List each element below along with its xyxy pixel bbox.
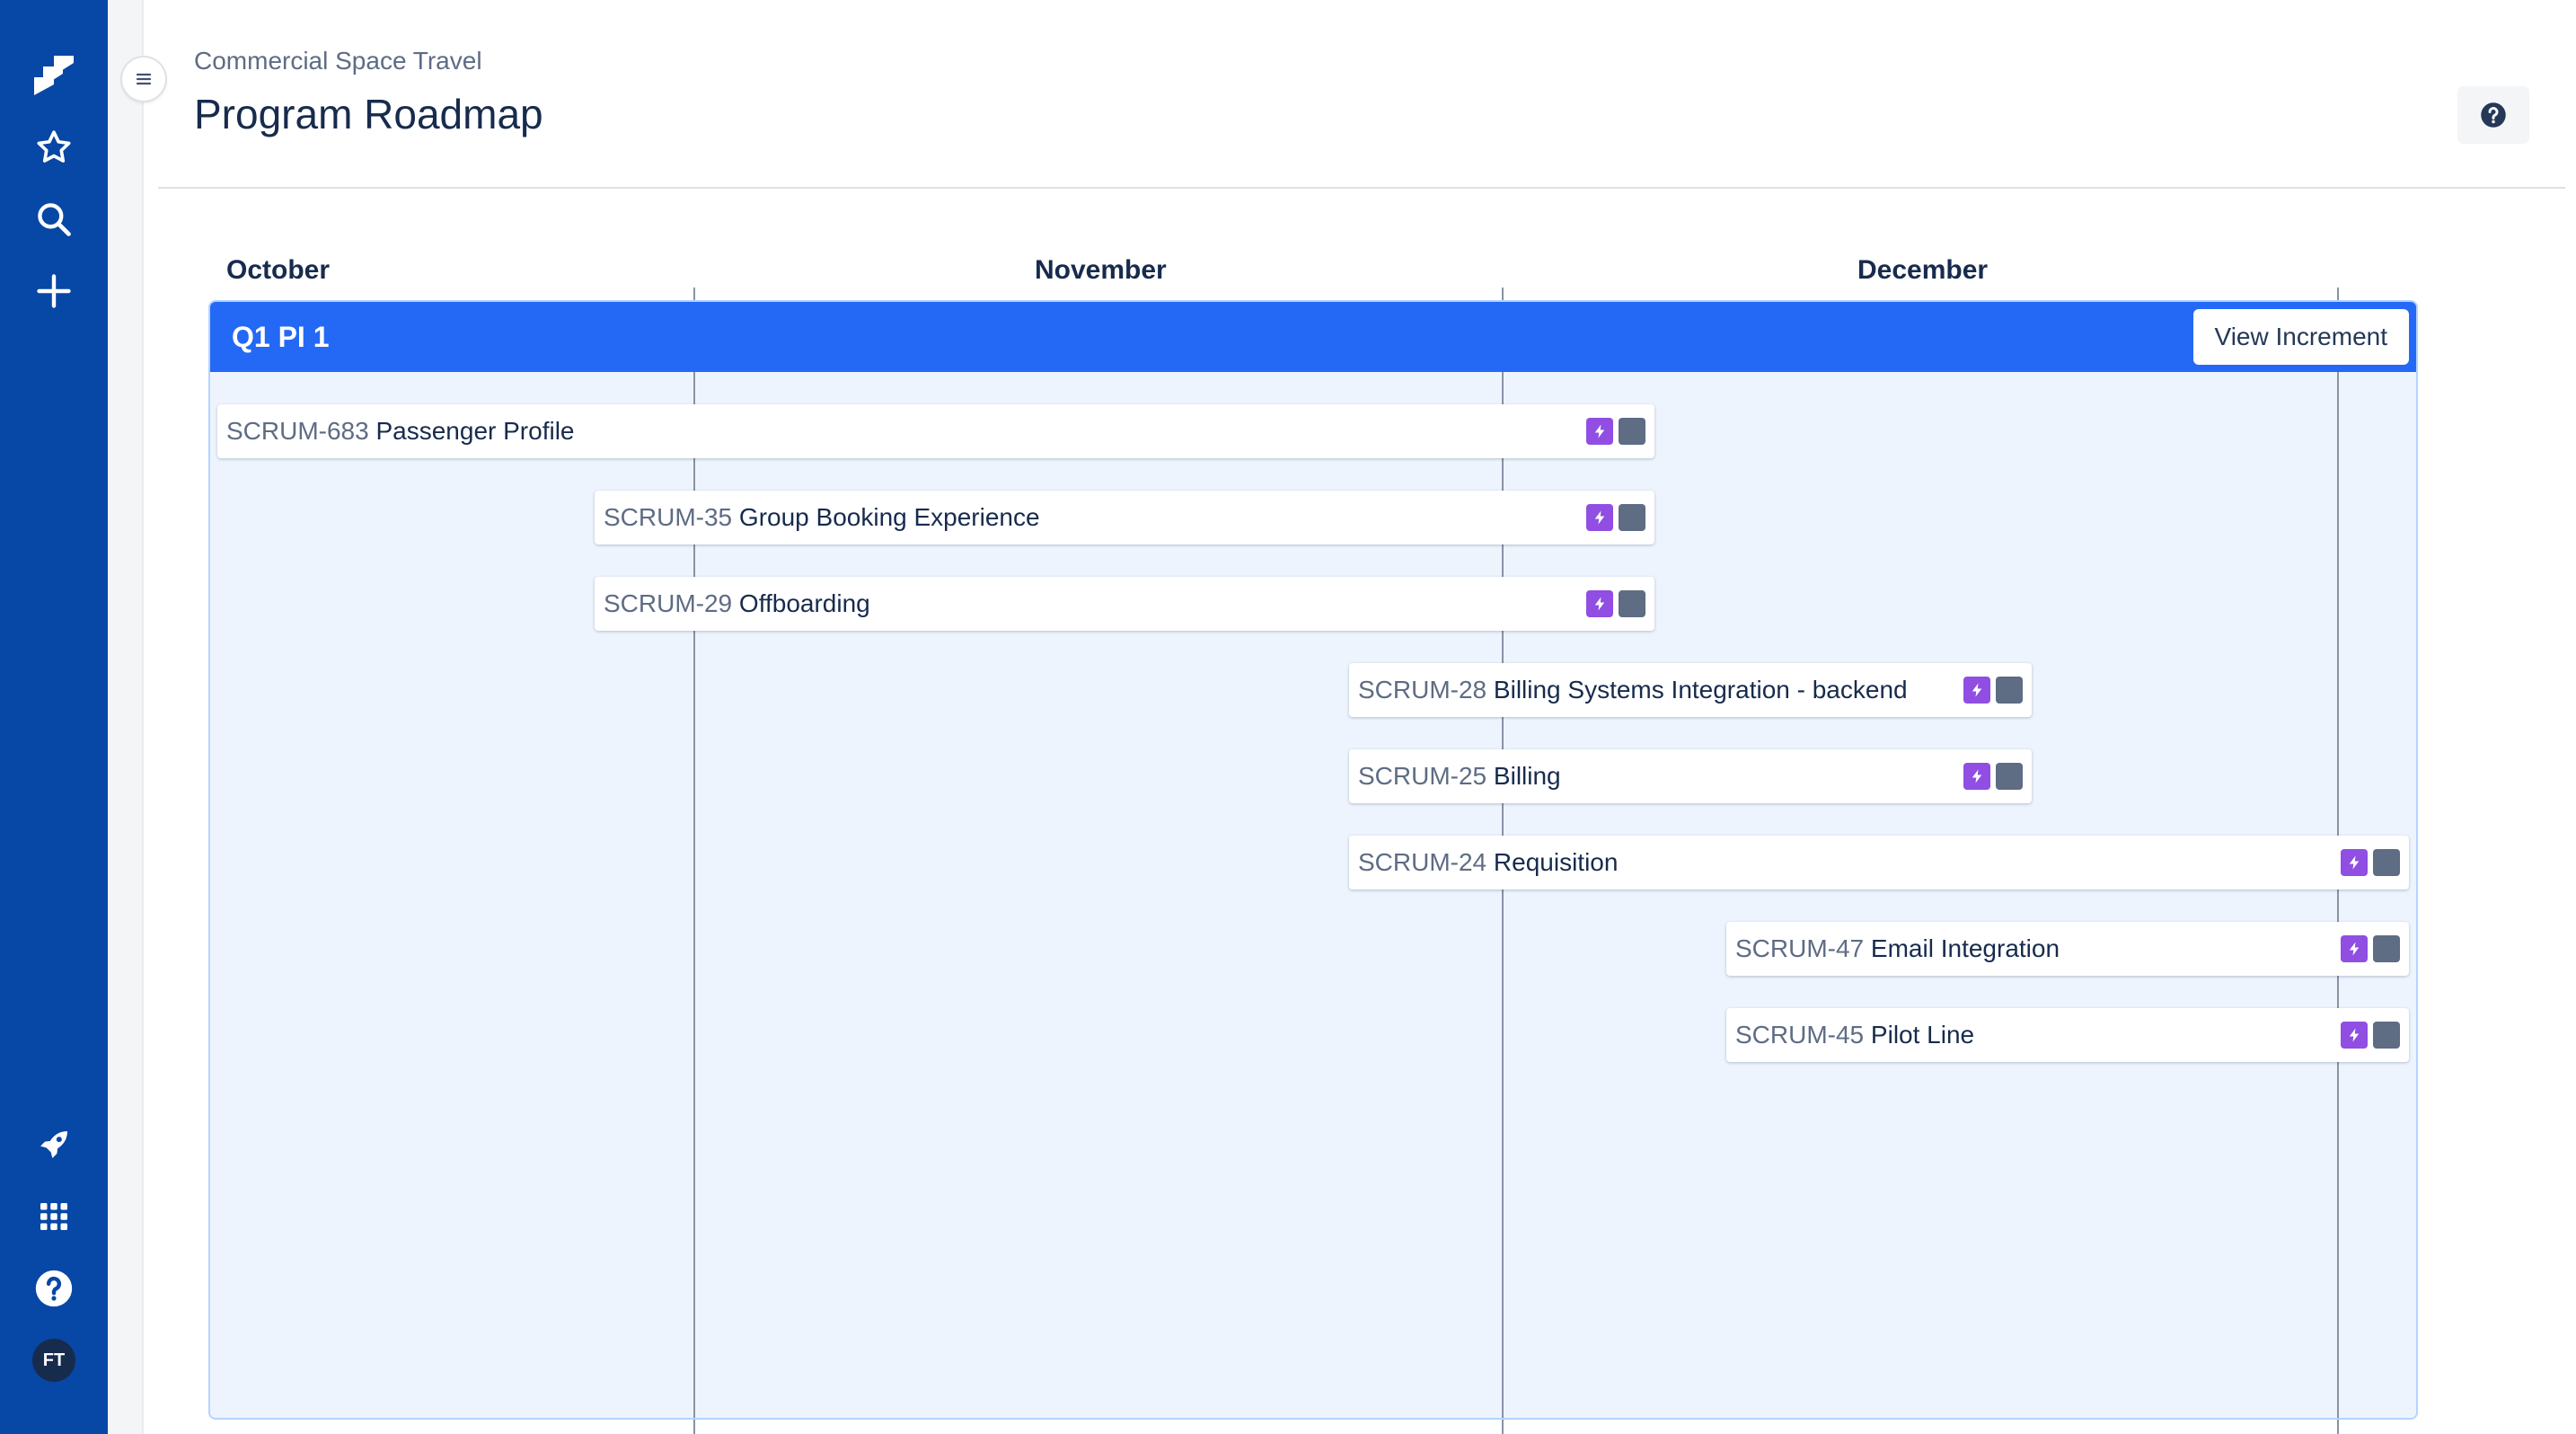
issue-key[interactable]: SCRUM-35 bbox=[604, 503, 732, 532]
grid-line bbox=[2337, 372, 2339, 1418]
month-label-november: November bbox=[1035, 255, 1167, 285]
roadmap-item[interactable]: SCRUM-28 Billing Systems Integration - b… bbox=[1349, 663, 2032, 717]
star-icon[interactable] bbox=[25, 119, 83, 176]
roadmap-item[interactable]: SCRUM-47 Email Integration bbox=[1726, 922, 2409, 976]
sidebar-toggle-button[interactable] bbox=[122, 58, 165, 101]
global-nav: FT bbox=[0, 0, 108, 1434]
issue-key[interactable]: SCRUM-28 bbox=[1358, 676, 1486, 704]
roadmap-item[interactable]: SCRUM-35 Group Booking Experience bbox=[595, 491, 1654, 544]
app-switcher-icon[interactable] bbox=[25, 1188, 83, 1245]
issue-key[interactable]: SCRUM-45 bbox=[1735, 1021, 1864, 1049]
sidebar-strip bbox=[108, 0, 144, 1434]
issue-name: Billing Systems Integration - backend bbox=[1493, 676, 1908, 704]
issue-key[interactable]: SCRUM-47 bbox=[1735, 934, 1864, 963]
status-icon bbox=[1619, 590, 1645, 617]
epic-icon bbox=[2341, 849, 2368, 876]
epic-icon bbox=[1586, 504, 1613, 531]
status-icon bbox=[1996, 763, 2023, 790]
nav-top bbox=[0, 47, 108, 334]
issue-name: Pilot Line bbox=[1870, 1021, 1975, 1049]
issue-name: Requisition bbox=[1493, 848, 1619, 876]
question-icon bbox=[2481, 102, 2506, 128]
increment-header: Q1 PI 1 View Increment bbox=[210, 302, 2416, 372]
page-title: Program Roadmap bbox=[194, 91, 543, 137]
epic-icon bbox=[2341, 935, 2368, 962]
issue-key[interactable]: SCRUM-29 bbox=[604, 589, 732, 618]
issue-key[interactable]: SCRUM-683 bbox=[226, 417, 369, 446]
help-icon[interactable] bbox=[25, 1260, 83, 1317]
status-icon bbox=[2373, 1022, 2400, 1049]
epic-icon bbox=[1963, 677, 1990, 704]
issue-name: Offboarding bbox=[738, 589, 870, 617]
status-icon bbox=[1996, 677, 2023, 704]
roadmap-item[interactable]: SCRUM-29 Offboarding bbox=[595, 577, 1654, 631]
epic-icon bbox=[1586, 418, 1613, 445]
roadmap-item[interactable]: SCRUM-24 Requisition bbox=[1349, 836, 2409, 890]
increment-panel: Q1 PI 1 View Increment SCRUM-683 Passeng… bbox=[208, 300, 2418, 1420]
page-help-button[interactable] bbox=[2457, 86, 2529, 144]
roadmap-item[interactable]: SCRUM-25 Billing bbox=[1349, 749, 2032, 803]
jira-logo-icon[interactable] bbox=[25, 47, 83, 104]
issue-name: Billing bbox=[1493, 762, 1561, 790]
epic-icon bbox=[1586, 590, 1613, 617]
issue-name: Passenger Profile bbox=[375, 417, 575, 445]
page-header: Commercial Space Travel Program Roadmap bbox=[194, 47, 543, 138]
breadcrumb[interactable]: Commercial Space Travel bbox=[194, 47, 543, 75]
status-icon bbox=[2373, 935, 2400, 962]
roadmap-item[interactable]: SCRUM-683 Passenger Profile bbox=[217, 404, 1654, 458]
issue-name: Group Booking Experience bbox=[738, 503, 1040, 531]
avatar: FT bbox=[32, 1339, 75, 1382]
increment-title: Q1 PI 1 bbox=[232, 320, 330, 353]
epic-icon bbox=[2341, 1022, 2368, 1049]
status-icon bbox=[1619, 418, 1645, 445]
roadmap-timeline: October November December Q1 PI 1 View I… bbox=[208, 243, 2418, 1434]
epic-icon bbox=[1963, 763, 1990, 790]
plus-icon[interactable] bbox=[25, 262, 83, 320]
roadmap-item[interactable]: SCRUM-45 Pilot Line bbox=[1726, 1008, 2409, 1062]
status-icon bbox=[1619, 504, 1645, 531]
month-label-october: October bbox=[226, 255, 331, 285]
month-label-december: December bbox=[1857, 255, 1989, 285]
view-increment-button[interactable]: View Increment bbox=[2192, 309, 2409, 365]
issue-key[interactable]: SCRUM-24 bbox=[1358, 848, 1486, 877]
header-divider bbox=[158, 187, 2565, 189]
search-icon[interactable] bbox=[25, 190, 83, 248]
nav-bottom: FT bbox=[0, 1116, 108, 1403]
issue-key[interactable]: SCRUM-25 bbox=[1358, 762, 1486, 791]
profile-button[interactable]: FT bbox=[25, 1332, 83, 1389]
issue-name: Email Integration bbox=[1870, 934, 2060, 962]
menu-icon bbox=[136, 73, 152, 85]
status-icon bbox=[2373, 849, 2400, 876]
rocket-icon[interactable] bbox=[25, 1116, 83, 1173]
app: FT Commercial Space Travel Program Roadm… bbox=[0, 0, 2576, 1434]
